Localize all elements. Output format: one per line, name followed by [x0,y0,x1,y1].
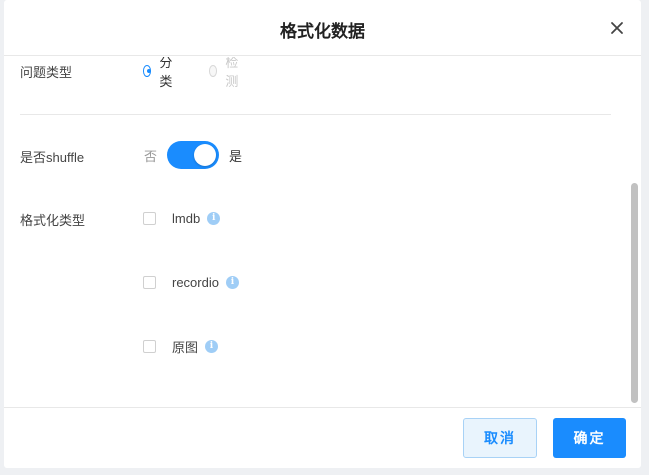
shuffle-label: 是否shuffle [20,150,85,165]
close-icon[interactable] [607,18,627,38]
dialog-footer: 取消 确定 [4,407,641,468]
info-icon[interactable]: i [207,211,221,225]
scrollbar-thumb[interactable] [631,183,638,403]
dialog-body: 问题类型 分类 检测 是否shuffle 否 是 格式化类型 lmdb i re… [4,57,641,407]
confirm-button[interactable]: 确定 [553,418,626,458]
checkbox-lmdb[interactable] [143,211,156,225]
toggle-off-label: 否 [144,148,158,164]
format-type-label: 格式化类型 [20,213,86,228]
radio-checked-indicator [143,65,152,77]
format-data-dialog: 格式化数据 问题类型 分类 检测 是否shuffle 否 是 格式化类型 lmd… [4,0,641,468]
switch-knob [194,144,217,166]
checkbox-recordio[interactable] [143,275,156,289]
info-icon[interactable]: i [205,339,219,353]
radio-detection[interactable]: 检测 [209,57,242,89]
shuffle-toggle-group: 否 是 [144,141,242,169]
radio-disabled-indicator [209,65,218,77]
toggle-on-label: 是 [229,148,243,164]
checkbox-original-image[interactable] [143,339,156,353]
radio-classification[interactable]: 分类 [143,57,176,89]
format-option-original-image: 原图 i [143,338,219,355]
radio-label-detection: 检测 [225,57,239,89]
format-option-recordio: recordio i [143,274,239,290]
scrollbar-track[interactable] [629,57,639,407]
checkbox-label-recordio: recordio [172,274,219,290]
format-option-lmdb: lmdb i [143,210,221,226]
cancel-button[interactable]: 取消 [463,418,537,458]
shuffle-switch[interactable] [167,141,220,169]
checkbox-label-lmdb: lmdb [172,210,201,226]
dialog-title: 格式化数据 [280,22,365,41]
dialog-header: 格式化数据 [4,0,641,56]
info-icon[interactable]: i [225,275,239,289]
section-divider [20,114,611,115]
radio-label-classification: 分类 [159,57,173,89]
problem-type-label: 问题类型 [20,65,73,80]
checkbox-label-original-image: 原图 [172,339,199,355]
